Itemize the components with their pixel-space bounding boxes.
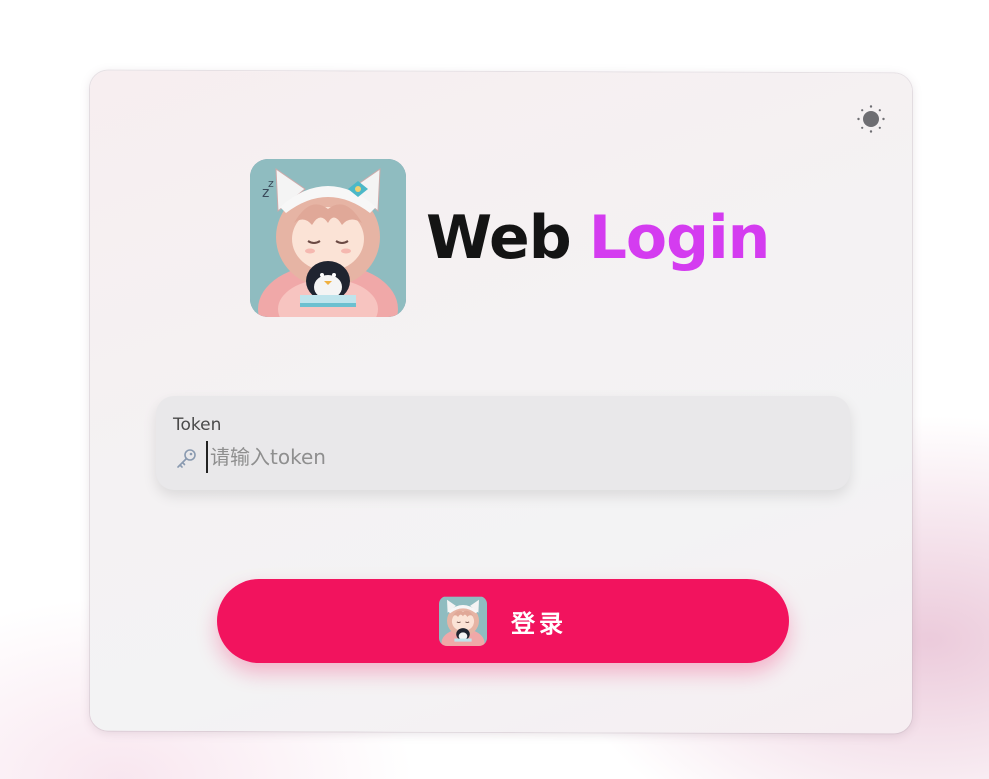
title-word-login: Login (588, 203, 771, 273)
key-icon (177, 449, 196, 468)
login-button[interactable]: 登录 (217, 579, 789, 663)
login-button-avatar (439, 596, 487, 646)
page-title: Web Login (426, 202, 771, 274)
anime-girl-avatar-icon: z z (250, 159, 406, 317)
token-field: Token (156, 396, 850, 490)
anime-girl-avatar-icon (439, 596, 487, 646)
token-label: Token (173, 415, 222, 435)
logo-avatar: z z (250, 159, 406, 317)
login-button-label: 登录 (511, 609, 567, 638)
theme-toggle-button[interactable] (852, 100, 890, 138)
title-word-web: Web (426, 203, 572, 273)
svg-text:z: z (268, 177, 274, 190)
sun-icon (857, 105, 885, 133)
token-input[interactable] (206, 441, 810, 473)
